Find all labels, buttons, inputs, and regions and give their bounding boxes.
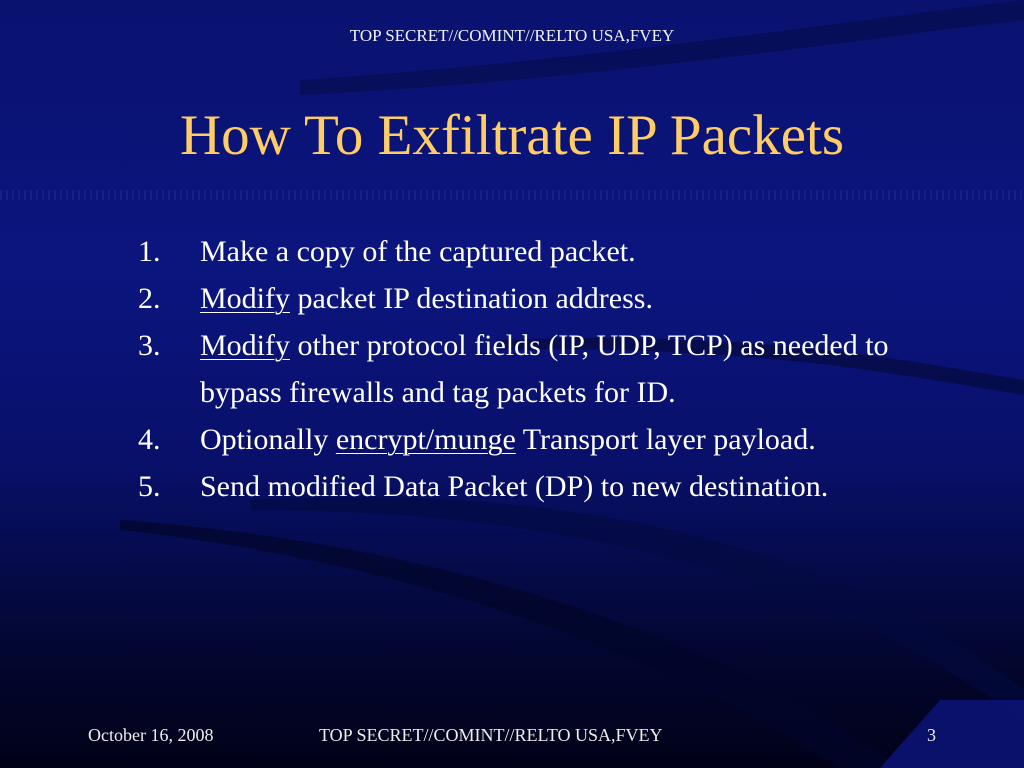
- classification-banner-top: TOP SECRET//COMINT//RELTO USA,FVEY: [349, 26, 675, 45]
- underlined-text: encrypt/munge: [335, 423, 516, 456]
- list-item-text: Modify other protocol fields (IP, UDP, T…: [200, 322, 920, 416]
- text-segment: packet IP destination address.: [290, 282, 653, 315]
- list-item-number: 4.: [138, 423, 161, 456]
- text-segment: Make a copy of the captured packet.: [200, 235, 636, 268]
- text-segment: Transport layer payload.: [515, 423, 816, 456]
- list-item: 5. Send modified Data Packet (DP) to new …: [138, 463, 920, 510]
- list-item: 2. Modify packet IP destination address.: [138, 275, 920, 322]
- list-item-number: 2.: [138, 282, 161, 315]
- list-item-number: 3.: [138, 329, 161, 362]
- steps-list: 1. Make a copy of the captured packet. 2. M…: [138, 228, 920, 510]
- text-segment: Optionally: [200, 423, 336, 456]
- list-item: 3. Modify other protocol fields (IP, UDP,…: [138, 322, 920, 416]
- list-item-text: Send modified Data Packet (DP) to new de…: [200, 463, 920, 510]
- page-number: 3: [927, 725, 936, 745]
- text-segment: Send modified Data Packet (DP) to new de…: [200, 470, 829, 503]
- list-item-text: Optionally encrypt/munge Transport layer…: [200, 416, 920, 463]
- text-segment: other protocol fields (IP, UDP, TCP) as …: [200, 329, 889, 409]
- underlined-text: Modify: [200, 282, 290, 315]
- list-item: 1. Make a copy of the captured packet.: [138, 228, 920, 275]
- list-item-text: Make a copy of the captured packet.: [200, 228, 920, 275]
- list-item: 4. Optionally encrypt/munge Transport lay…: [138, 416, 920, 463]
- underlined-text: Modify: [200, 329, 290, 362]
- list-item-text: Modify packet IP destination address.: [200, 275, 920, 322]
- footer-date: October 16, 2008: [88, 725, 214, 745]
- classification-banner-bottom: TOP SECRET//COMINT//RELTO USA,FVEY: [319, 725, 663, 745]
- slide-title: How To Exfiltrate IP Packets: [179, 104, 845, 167]
- list-item-number: 1.: [138, 235, 161, 268]
- list-item-number: 5.: [138, 470, 161, 503]
